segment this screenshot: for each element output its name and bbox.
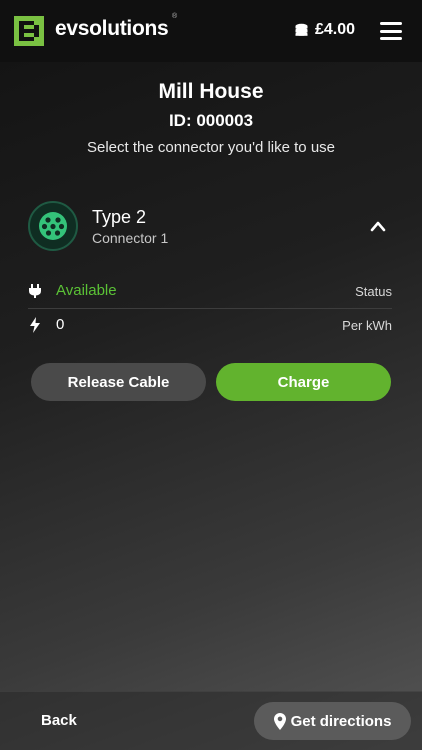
status-value: Available — [56, 282, 117, 299]
site-name: Mill House — [158, 80, 264, 103]
instruction-text: Select the connector you'd like to use — [86, 139, 335, 156]
site-id: ID: 000003 — [168, 111, 254, 130]
lightning-bolt-icon — [30, 317, 40, 333]
registered-mark: ® — [172, 13, 178, 20]
get-directions-label: Get directions — [290, 712, 392, 730]
rate-value: 0 — [56, 316, 65, 333]
map-pin-icon — [273, 712, 286, 730]
rate-label: Per kWh — [342, 318, 392, 333]
rate-row: 0 Per kWh — [28, 311, 392, 343]
app-header: evsolutions ® £4.00 — [0, 0, 422, 62]
charge-button[interactable]: Charge — [216, 363, 391, 401]
footer-bar: Back Get directions — [0, 691, 422, 750]
status-row: Available Status — [28, 277, 392, 309]
plug-icon — [29, 284, 41, 298]
connector-label: Connector 1 — [92, 230, 169, 246]
brand-name: evsolutions — [55, 17, 169, 40]
evsolutions-logo-icon[interactable] — [14, 16, 44, 46]
connector-item[interactable]: Type 2 Connector 1 — [28, 201, 394, 253]
back-button[interactable]: Back — [41, 712, 77, 729]
balance-amount: £4.00 — [314, 21, 355, 38]
account-balance[interactable]: £4.00 — [294, 21, 355, 39]
status-label: Status — [355, 284, 392, 299]
hamburger-menu-icon[interactable] — [380, 22, 402, 40]
connector-type: Type 2 — [92, 207, 147, 227]
type2-plug-icon — [28, 201, 78, 251]
get-directions-button[interactable]: Get directions — [254, 702, 411, 740]
coins-icon — [295, 23, 308, 36]
chevron-up-icon[interactable] — [370, 219, 386, 233]
release-cable-button[interactable]: Release Cable — [31, 363, 206, 401]
